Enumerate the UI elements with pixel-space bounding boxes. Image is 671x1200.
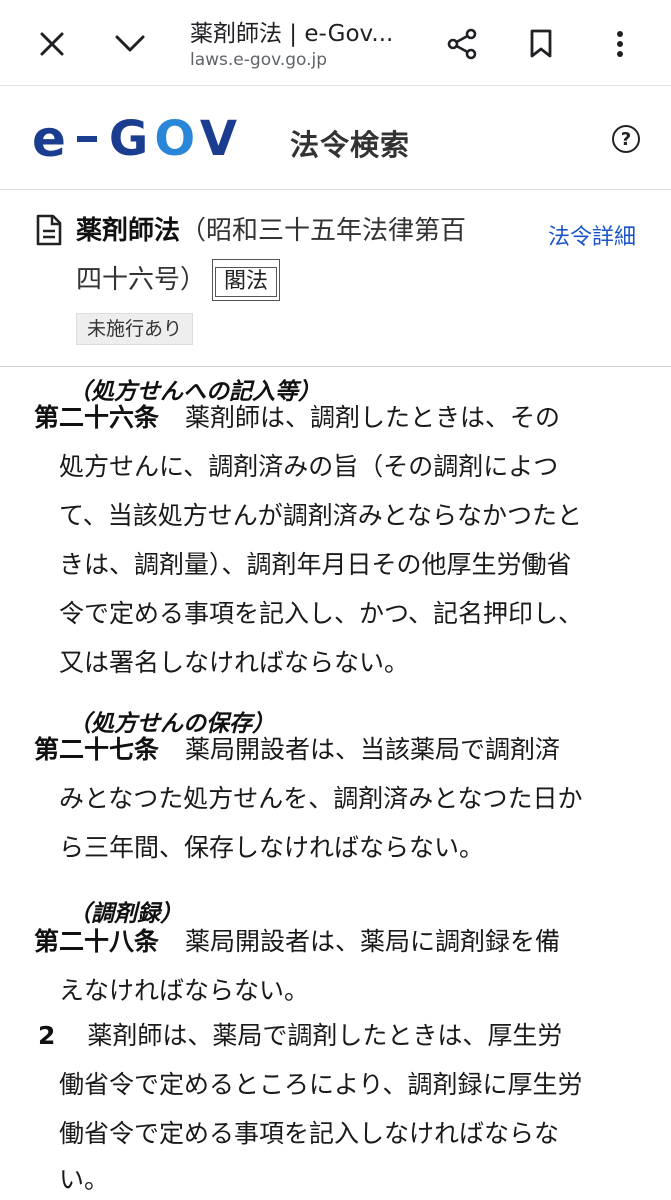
article-caption: （処方せんへの記入等） [68,379,321,405]
browser-toolbar: 薬剤師法 | e-Gov... laws.e-gov.go.jp [0,0,671,86]
page-title: 薬剤師法 | e-Gov... [190,21,394,47]
paragraph-number: 2 [38,1021,56,1050]
law-name: 薬剤師法 [76,216,181,246]
article-line: きは、調剤量）、調剤年月日その他厚生労働省 [59,550,572,579]
site-name: 法令検索 [290,128,411,162]
share-icon[interactable] [442,24,482,64]
help-icon[interactable]: ? [612,125,640,153]
page-url: laws.e-gov.go.jp [190,50,328,70]
bookmark-icon[interactable] [521,24,561,64]
document-icon [36,214,62,246]
logo-dash [76,136,97,142]
article-first-line: 第二十六条 薬剤師は、調剤したときは、その [34,403,561,432]
chevron-down-icon[interactable] [110,24,150,64]
article-line: 又は署名しなければならない。 [59,648,410,677]
close-icon[interactable] [32,24,72,64]
article-caption: （調剤録） [68,901,183,927]
article-line: て、当該処方せんが調剤済みとならなかつたと [59,501,583,530]
article-line: 処方せんに、調剤済みの旨（その調剤によつ [59,452,559,481]
paragraph-line: い。 [59,1165,110,1194]
paragraph-first-line: 2 薬剤師は、薬局で調剤したときは、厚生労 [38,1021,563,1050]
article-number: 第二十七条 [34,735,160,764]
law-detail-link[interactable]: 法令詳細 [548,219,636,251]
law-content: （処方せんへの記入等） 第二十六条 薬剤師は、調剤したときは、その 処方せんに、調… [0,368,671,1200]
law-number: （昭和三十五年法律第百 [180,216,467,246]
article-first-line: 第二十七条 薬局開設者は、当該薬局で調剤済 [34,735,561,764]
article-number: 第二十八条 [34,927,160,956]
status-badge: 未施行あり [76,313,194,345]
egov-logo[interactable]: e GOV [32,114,243,164]
law-type-badge: 閣法 [212,259,281,301]
paragraph-line: 働省令で定める事項を記入しなければならな [59,1119,560,1148]
article-line: えなければならない。 [59,976,310,1005]
article-number: 第二十六条 [34,403,160,432]
more-vert-icon[interactable] [600,24,640,64]
article-first-line: 第二十八条 薬局開設者は、薬局に調剤録を備 [34,927,561,956]
paragraph-line: 働省令で定めるところにより、調剤録に厚生労 [59,1070,583,1099]
article-line: ら三年間、保存しなければならない。 [59,833,485,862]
article-line: 令で定める事項を記入し、かつ、記名押印し、 [59,599,584,628]
site-header: e GOV 法令検索 ? [0,86,671,190]
article-line: みとなつた処方せんを、調剤済みとなつた日か [59,784,583,813]
article-caption: （処方せんの保存） [68,711,275,737]
law-title-block: 薬剤師法（昭和三十五年法律第百 四十六号） 閣法 法令詳細 未施行あり [0,191,671,367]
law-number-continued: 四十六号） [76,265,207,295]
